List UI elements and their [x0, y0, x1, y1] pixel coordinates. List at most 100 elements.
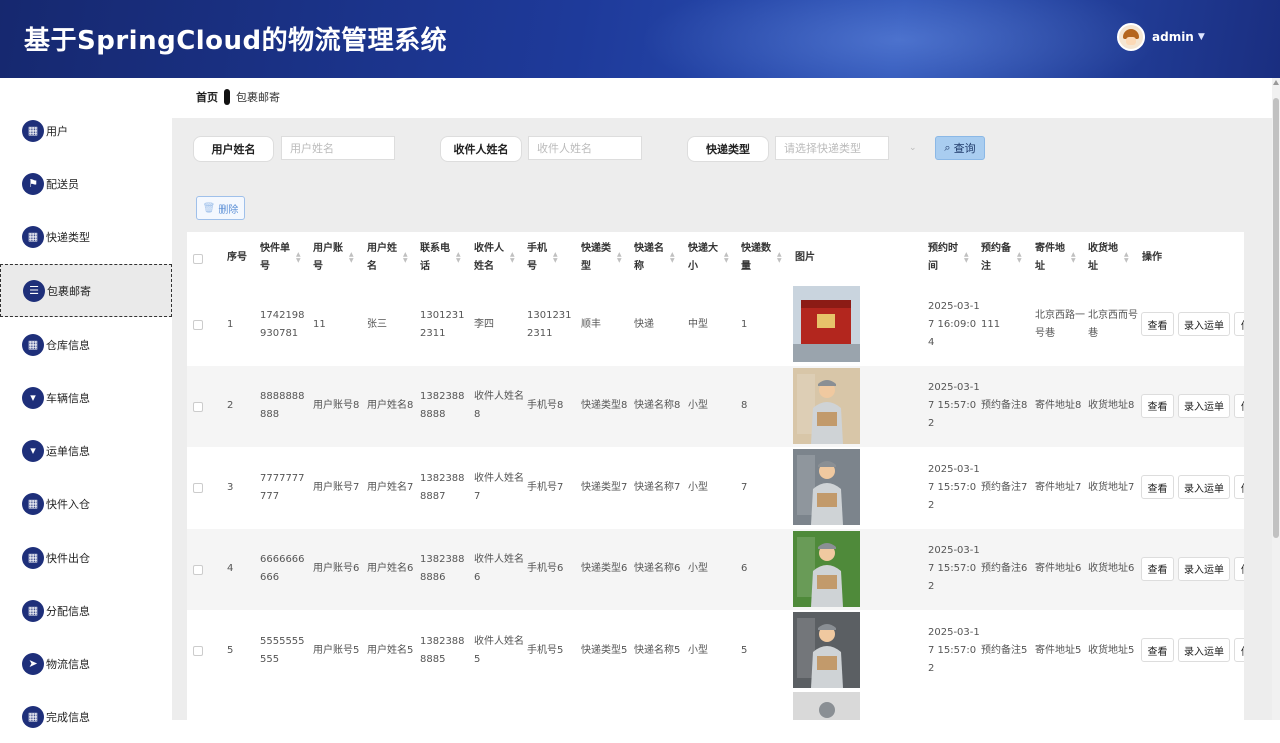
- col-header-no[interactable]: 快件单号 ▲ ▼: [260, 232, 308, 284]
- receiver-name-label: 收件人姓名: [440, 136, 522, 162]
- sidebar-item-logistics[interactable]: ➤ 物流信息: [0, 637, 172, 690]
- sidebar-item-assignment[interactable]: ▦ 分配信息: [0, 584, 172, 637]
- row-checkbox[interactable]: [193, 646, 203, 656]
- cell-name: 用户姓名5: [367, 644, 414, 656]
- view-button[interactable]: 查看: [1141, 475, 1174, 499]
- col-header-type[interactable]: 快递类型 ▲ ▼: [581, 232, 629, 284]
- sidebar-item-completed[interactable]: ▦ 完成信息: [0, 690, 172, 743]
- table-row[interactable]: 4 6666666666 用户账号6 用户姓名6 13823888886 收件人姓名6 手机…: [187, 528, 1244, 610]
- row-checkbox[interactable]: [193, 320, 203, 330]
- view-button[interactable]: 查看: [1141, 393, 1174, 418]
- row-checkbox[interactable]: [193, 483, 203, 493]
- sort-icon: ▲ ▼: [617, 251, 622, 264]
- view-button[interactable]: 查看: [1141, 312, 1174, 336]
- enter-waybill-button[interactable]: 录入运单: [1178, 638, 1230, 662]
- sidebar-item-waybill[interactable]: ▾ 运单信息: [0, 424, 172, 477]
- grid-icon: ▦: [22, 119, 44, 142]
- col-header-image: 图片: [795, 252, 815, 263]
- parcel-image: [793, 367, 860, 444]
- col-header-receiver[interactable]: 收件人姓名 ▲ ▼: [474, 232, 522, 284]
- user-menu[interactable]: admin ▼: [1117, 23, 1205, 51]
- page-scrollbar[interactable]: [1272, 78, 1280, 720]
- table-row[interactable]: 1 1742198930781 11 张三 13012312311 李四 130123123…: [187, 284, 1244, 365]
- col-header-time[interactable]: 预约时间 ▲ ▼: [928, 232, 976, 284]
- cell-size: 小型: [688, 644, 708, 656]
- enter-waybill-button[interactable]: 录入运单: [1178, 393, 1230, 418]
- row-checkbox[interactable]: [193, 401, 203, 412]
- sidebar-item-user[interactable]: ▦ 用户: [0, 104, 172, 157]
- cell-no: 6666666666: [260, 554, 305, 583]
- cell-index: 4: [227, 563, 234, 574]
- cell-name: 用户姓名7: [367, 481, 414, 493]
- enter-waybill-button[interactable]: 录入运单: [1178, 556, 1230, 581]
- sidebar-item-warehouse[interactable]: ▦ 仓库信息: [0, 318, 172, 371]
- edit-button[interactable]: 修: [1234, 638, 1244, 662]
- edit-button[interactable]: 修: [1234, 475, 1244, 499]
- sort-icon: ▲ ▼: [403, 251, 408, 264]
- cell-type: 快递类型5: [581, 644, 628, 656]
- cell-qty: 8: [741, 400, 748, 411]
- cell-qty: 6: [741, 563, 748, 574]
- scroll-up-icon[interactable]: [1273, 80, 1279, 85]
- parcel-table: 序号 快件单号 ▲ ▼ 用户账号 ▲ ▼ 用户姓名 ▲ ▼ 联系电话 ▲ ▼ 收件人姓名 ▲ ▼ 手…: [187, 232, 1244, 720]
- cell-qty: 5: [741, 644, 748, 656]
- cell-ename: 快递名称8: [634, 400, 681, 411]
- select-all-checkbox[interactable]: [193, 254, 203, 264]
- edit-button[interactable]: 修: [1234, 556, 1244, 581]
- cell-to: 收货地址8: [1088, 400, 1135, 411]
- edit-button[interactable]: 修: [1234, 312, 1244, 336]
- parcel-image: [793, 692, 860, 720]
- breadcrumb-home[interactable]: 首页: [196, 89, 218, 105]
- user-name-input[interactable]: [281, 136, 395, 160]
- table-row[interactable]: 5 5555555555 用户账号5 用户姓名5 13823888885 收件人姓名5 手机…: [187, 610, 1244, 691]
- sidebar-item-label: 配送员: [46, 177, 79, 191]
- sidebar-item-parcel-mail[interactable]: ☰ 包裹邮寄: [0, 264, 172, 317]
- express-type-select[interactable]: [775, 136, 889, 160]
- sidebar-item-courier[interactable]: ⚑ 配送员: [0, 157, 172, 210]
- scrollbar-thumb[interactable]: [1273, 98, 1279, 538]
- cell-no: 8888888888: [260, 391, 305, 420]
- view-button[interactable]: 查看: [1141, 638, 1174, 662]
- enter-waybill-button[interactable]: 录入运单: [1178, 312, 1230, 336]
- col-header-remark[interactable]: 预约备注 ▲ ▼: [981, 232, 1029, 284]
- sidebar-item-outbound[interactable]: ▦ 快件出仓: [0, 531, 172, 584]
- col-header-to[interactable]: 收货地址 ▲ ▼: [1088, 232, 1136, 284]
- chevron-down-icon[interactable]: ⌄: [909, 143, 917, 153]
- grid-icon: ▦: [22, 225, 44, 248]
- receiver-name-input[interactable]: [528, 136, 642, 160]
- col-header-phone[interactable]: 联系电话 ▲ ▼: [420, 232, 468, 284]
- avatar[interactable]: [1117, 23, 1145, 51]
- table-row[interactable]: 2 8888888888 用户账号8 用户姓名8 13823888888 收件人姓名8 手机…: [187, 365, 1244, 447]
- col-header-size[interactable]: 快递大小 ▲ ▼: [688, 232, 736, 284]
- cell-receiver: 收件人姓名7: [474, 472, 524, 502]
- sidebar-item-vehicle[interactable]: ▾ 车辆信息: [0, 371, 172, 424]
- query-button[interactable]: ⌕ 查询: [935, 136, 985, 160]
- caret-down-icon[interactable]: ▼: [1198, 32, 1205, 42]
- tag-icon: ▾: [22, 386, 44, 409]
- row-checkbox[interactable]: [193, 564, 203, 575]
- cell-type: 快递类型7: [581, 481, 628, 493]
- col-header-from[interactable]: 寄件地址 ▲ ▼: [1035, 232, 1083, 284]
- col-header-name[interactable]: 用户姓名 ▲ ▼: [367, 232, 415, 284]
- sidebar-item-label: 快件出仓: [46, 551, 90, 565]
- col-header-qty[interactable]: 快递数量 ▲ ▼: [741, 232, 789, 284]
- edit-button[interactable]: 修: [1234, 393, 1244, 418]
- col-header-account[interactable]: 用户账号 ▲ ▼: [313, 232, 361, 284]
- parcel-image: [793, 530, 860, 607]
- sidebar-item-label: 运单信息: [46, 444, 90, 458]
- cell-time: 2025-03-17 15:57:02: [928, 626, 980, 674]
- table-row[interactable]: 3 7777777777 用户账号7 用户姓名7 13823888887 收件人姓名7 手机…: [187, 447, 1244, 528]
- tag-icon: ▾: [22, 439, 44, 462]
- username[interactable]: admin: [1152, 30, 1194, 44]
- query-button-label: 查询: [953, 142, 976, 155]
- col-header-mobile[interactable]: 手机号 ▲ ▼: [527, 232, 575, 284]
- cell-from: 北京西路一号巷: [1035, 309, 1085, 339]
- view-button[interactable]: 查看: [1141, 556, 1174, 581]
- sidebar-item-inbound[interactable]: ▦ 快件入仓: [0, 477, 172, 530]
- grid-icon: ▦: [22, 705, 44, 728]
- col-header-ename[interactable]: 快递名称 ▲ ▼: [634, 232, 682, 284]
- cell-type: 快递类型6: [581, 563, 628, 574]
- enter-waybill-button[interactable]: 录入运单: [1178, 475, 1230, 499]
- delete-button[interactable]: 🗑 删除: [196, 196, 245, 220]
- sidebar-item-express-type[interactable]: ▦ 快递类型: [0, 210, 172, 263]
